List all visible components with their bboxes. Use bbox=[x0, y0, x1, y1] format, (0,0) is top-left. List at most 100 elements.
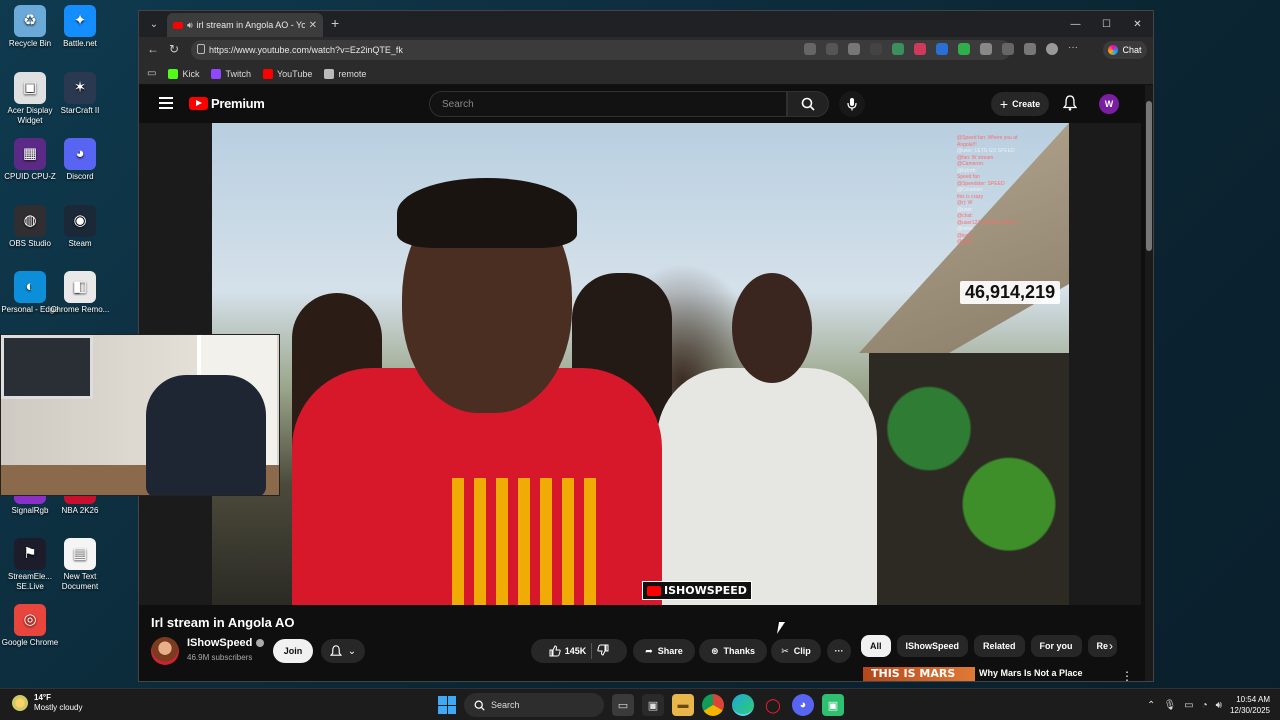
desktop-icon[interactable]: ◕ Discord bbox=[50, 138, 110, 202]
clip-button[interactable]: ✂ Clip bbox=[771, 639, 821, 663]
thanks-button[interactable]: ⊛ Thanks bbox=[699, 639, 767, 663]
network-icon[interactable]: ◔ bbox=[1202, 700, 1208, 711]
desktop-icon[interactable]: ✶ StarCraft II bbox=[50, 72, 110, 136]
page-scrollbar[interactable] bbox=[1145, 85, 1153, 681]
favorites-folder-icon[interactable]: ▭ bbox=[147, 68, 156, 79]
favorite-kick[interactable]: Kick bbox=[168, 68, 200, 79]
extension-1-icon[interactable] bbox=[892, 43, 904, 55]
chips-next-arrow-icon[interactable]: › bbox=[1109, 639, 1113, 653]
channel-avatar[interactable] bbox=[151, 637, 179, 665]
clock[interactable]: 10:54 AM 12/30/2025 bbox=[1230, 694, 1270, 716]
notifications-button[interactable] bbox=[1062, 95, 1078, 116]
favorite-youtube[interactable]: YouTube bbox=[262, 68, 312, 79]
tab-actions-chevron-icon[interactable]: ⌄ bbox=[145, 15, 163, 33]
chip-related[interactable]: Related bbox=[974, 635, 1025, 657]
dislike-button[interactable] bbox=[597, 644, 609, 658]
extension-2-icon[interactable] bbox=[914, 43, 926, 55]
recommended-thumbnail[interactable]: THIS IS MARS bbox=[863, 667, 975, 681]
youtube-header: Premium Search + Create W bbox=[139, 85, 1153, 123]
desktop-icon[interactable]: ◎ Google Chrome bbox=[0, 604, 60, 668]
chat-message: @Cinamon: bbox=[957, 187, 984, 193]
opera-icon[interactable]: ◯ bbox=[762, 694, 784, 716]
tab-title: irl stream in Angola AO - YouT bbox=[196, 20, 305, 30]
new-tab-button[interactable]: + bbox=[331, 15, 339, 31]
display-icon[interactable]: ▭ bbox=[1184, 700, 1193, 711]
desktop-icon[interactable]: ◧ Chrome Remo... bbox=[50, 271, 110, 335]
recommended-more-icon[interactable]: ⋮ bbox=[1121, 669, 1133, 681]
file-explorer-icon[interactable]: ▬ bbox=[672, 694, 694, 716]
favorite-star-icon[interactable] bbox=[848, 43, 860, 55]
browser-tab-youtube[interactable]: 🔊︎ irl stream in Angola AO - YouT ✕ bbox=[167, 13, 323, 37]
app-icon[interactable]: ▣ bbox=[822, 694, 844, 716]
weather-widget[interactable]: 14°F Mostly cloudy bbox=[12, 693, 82, 713]
split-screen-icon[interactable] bbox=[870, 43, 882, 55]
youtube-premium-logo[interactable]: Premium bbox=[189, 96, 265, 111]
edge-icon[interactable] bbox=[732, 694, 754, 716]
menu-icon[interactable] bbox=[159, 97, 173, 109]
widgets-icon[interactable]: ▣ bbox=[642, 694, 664, 716]
channel-watermark: ISHOWSPEED bbox=[642, 581, 752, 600]
favorite-label: Kick bbox=[182, 68, 200, 79]
extensions-icon[interactable] bbox=[1002, 43, 1014, 55]
more-menu-icon[interactable]: ··· bbox=[1068, 43, 1080, 55]
back-arrow-icon[interactable]: ← bbox=[147, 42, 159, 56]
copilot-chat-button[interactable]: Chat bbox=[1103, 41, 1147, 59]
translate-icon[interactable] bbox=[804, 43, 816, 55]
volume-icon[interactable]: 🔊︎ bbox=[1216, 700, 1222, 711]
create-button[interactable]: + Create bbox=[991, 92, 1049, 116]
discord-icon[interactable]: ◕ bbox=[792, 694, 814, 716]
chrome-icon[interactable] bbox=[702, 694, 724, 716]
tab-bar: ⌄ 🔊︎ irl stream in Angola AO - YouT ✕ + … bbox=[139, 11, 1153, 37]
favorite-twitch[interactable]: Twitch bbox=[211, 68, 251, 79]
maximize-button[interactable]: ☐ bbox=[1091, 11, 1122, 37]
desktop-icon[interactable]: ▤ New Text Document bbox=[50, 538, 110, 602]
chip-ishowspeed[interactable]: IShowSpeed bbox=[896, 635, 969, 657]
task-view-icon[interactable]: ▭ bbox=[612, 694, 634, 716]
desktop-icon[interactable]: ✦ Battle.net bbox=[50, 5, 110, 69]
video-frame[interactable]: @Speed fan: Where you at Angola!!! @user: … bbox=[212, 123, 1069, 605]
extension-4-icon[interactable] bbox=[958, 43, 970, 55]
mouse-cursor-icon bbox=[776, 622, 792, 634]
chat-message: @kylorb: bbox=[957, 167, 977, 174]
close-tab-icon[interactable]: ✕ bbox=[309, 20, 317, 31]
webcam-window bbox=[1, 335, 93, 399]
taskbar-search[interactable]: Search bbox=[464, 693, 604, 717]
share-button[interactable]: ➦ Share bbox=[633, 639, 695, 663]
weather-desc: Mostly cloudy bbox=[34, 703, 83, 712]
desktop-icon[interactable]: ◉ Steam bbox=[50, 205, 110, 269]
thanks-label: Thanks bbox=[723, 646, 756, 656]
desktop-icon-label: StarCraft II bbox=[60, 106, 100, 115]
speaker-icon[interactable]: 🔊︎ bbox=[187, 20, 193, 31]
minimize-button[interactable]: — bbox=[1060, 11, 1091, 37]
chip-all[interactable]: All bbox=[861, 635, 891, 657]
account-avatar[interactable]: W bbox=[1099, 94, 1119, 114]
more-actions-button[interactable]: ··· bbox=[827, 639, 851, 663]
recommended-title[interactable]: Why Mars Is Not a Place Humans Can Actua… bbox=[979, 667, 1099, 681]
favorite-remote[interactable]: remote bbox=[324, 68, 367, 79]
reader-icon[interactable] bbox=[826, 43, 838, 55]
sync-icon[interactable] bbox=[980, 43, 992, 55]
microphone-tray-icon[interactable]: 🎙︎ bbox=[1163, 700, 1176, 711]
like-button[interactable]: 145K bbox=[549, 645, 586, 657]
youtube-logo-icon bbox=[189, 97, 208, 110]
channel-name[interactable]: IShowSpeed bbox=[187, 637, 265, 649]
plus-icon: + bbox=[999, 96, 1009, 112]
close-window-button[interactable]: ✕ bbox=[1122, 11, 1153, 37]
video-player[interactable]: @Speed fan: Where you at Angola!!! @user: … bbox=[139, 123, 1141, 605]
favorite-label: Twitch bbox=[225, 68, 251, 79]
scrollbar-thumb[interactable] bbox=[1146, 101, 1152, 251]
collections-icon[interactable] bbox=[1024, 43, 1036, 55]
tray-overflow-icon[interactable]: ⌃ bbox=[1147, 700, 1155, 711]
search-button[interactable] bbox=[787, 91, 829, 117]
profile-avatar-icon[interactable] bbox=[1046, 43, 1058, 55]
app-icon: ✶ bbox=[64, 72, 96, 104]
favorite-label: remote bbox=[338, 68, 367, 79]
refresh-icon[interactable]: ↻ bbox=[169, 42, 179, 56]
subscription-bell-button[interactable]: ⌄ bbox=[321, 639, 365, 663]
voice-search-button[interactable] bbox=[839, 91, 865, 117]
search-input[interactable]: Search bbox=[429, 91, 787, 117]
join-button[interactable]: Join bbox=[273, 639, 313, 663]
chip-for-you[interactable]: For you bbox=[1030, 635, 1082, 657]
start-button[interactable] bbox=[438, 696, 456, 714]
extension-3-icon[interactable] bbox=[936, 43, 948, 55]
